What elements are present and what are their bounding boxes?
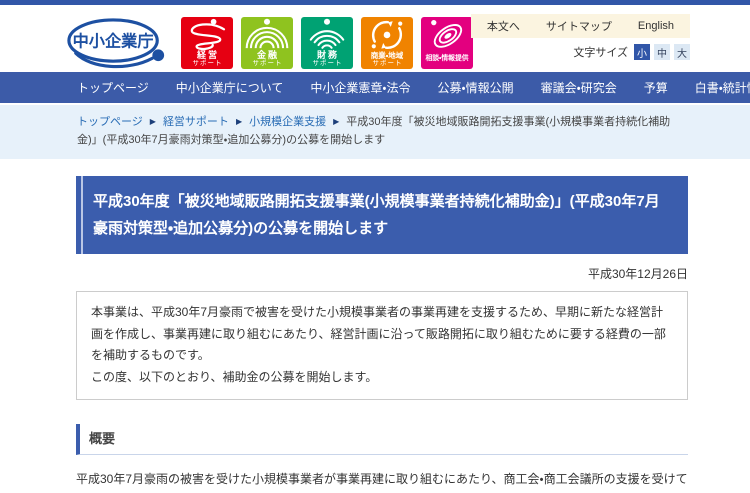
section-heading-overview: 概要 bbox=[76, 424, 688, 455]
breadcrumb: トップページ▶経営サポート▶小規模企業支援▶平成30年度「被災地域販路開拓支援事… bbox=[0, 105, 750, 159]
tile-consultation-info[interactable]: 相談・情報提供 bbox=[421, 17, 473, 69]
nav-item-charter-law[interactable]: 中小企業憲章・法令 bbox=[310, 79, 410, 96]
global-nav: トップページ 中小企業庁について 中小企業憲章・法令 公募・情報公開 審議会・研… bbox=[0, 72, 750, 105]
skip-to-content-link[interactable]: 本文へ bbox=[487, 18, 520, 34]
section-overview: 概要 平成30年7月豪雨の被害を受けた小規模事業者が事業再建に取り組むにあたり、… bbox=[76, 424, 688, 493]
tile-commerce-region-support[interactable]: 商業・地域 サポート bbox=[361, 17, 413, 69]
font-size-control: 文字サイズ 小 中 大 bbox=[573, 44, 690, 60]
tile-management-support[interactable]: 経営 サポート bbox=[181, 17, 233, 69]
overview-paragraph: 平成30年7月豪雨の被害を受けた小規模事業者が事業再建に取り組むにあたり、商工会… bbox=[76, 468, 688, 493]
font-size-medium-button[interactable]: 中 bbox=[654, 44, 670, 60]
nav-item-whitepaper-stats[interactable]: 白書・統計情報 bbox=[695, 79, 750, 96]
tile-finance-support[interactable]: 金融 サポート bbox=[241, 17, 293, 69]
nav-item-councils[interactable]: 審議会・研究会 bbox=[541, 79, 617, 96]
intro-summary-box: 本事業は、平成30年7月豪雨で被害を受けた小規模事業者の事業再建を支援するため、… bbox=[76, 291, 688, 399]
font-size-large-button[interactable]: 大 bbox=[674, 44, 690, 60]
intro-paragraph: 本事業は、平成30年7月豪雨で被害を受けた小規模事業者の事業再建を支援するため、… bbox=[91, 302, 673, 367]
tile-label: 経営 bbox=[195, 51, 219, 60]
spiral-galaxy-icon bbox=[421, 17, 473, 51]
tile-label: 商業・地域 bbox=[371, 51, 404, 60]
intro-paragraph: この度、以下のとおり、補助金の公募を開始します。 bbox=[91, 367, 673, 389]
breadcrumb-link-top[interactable]: トップページ bbox=[77, 116, 143, 128]
site-header: 中小企業庁 経営 サポート 金融 サポート bbox=[0, 5, 750, 72]
agency-logo-text: 中小企業庁 bbox=[73, 31, 154, 50]
tile-fiscal-support[interactable]: 財務 サポート bbox=[301, 17, 353, 69]
agency-logo-icon: 中小企業庁 bbox=[64, 15, 172, 72]
font-size-small-button[interactable]: 小 bbox=[634, 44, 650, 60]
page-title: 平成30年度「被災地域販路開拓支援事業(小規模事業者持続化補助金)」(平成30年… bbox=[76, 176, 688, 254]
tile-sublabel: サポート bbox=[192, 60, 223, 68]
tile-sublabel: サポート bbox=[312, 60, 343, 68]
english-link[interactable]: English bbox=[638, 20, 674, 32]
tornado-icon bbox=[181, 17, 233, 51]
nav-item-budget[interactable]: 予算 bbox=[644, 79, 668, 96]
cycle-arrows-icon bbox=[361, 17, 413, 51]
main-content: 平成30年度「被災地域販路開拓支援事業(小規模事業者持続化補助金)」(平成30年… bbox=[76, 176, 688, 493]
agency-logo[interactable]: 中小企業庁 bbox=[64, 15, 172, 69]
sitemap-link[interactable]: サイトマップ bbox=[546, 18, 612, 34]
tile-sublabel: サポート bbox=[252, 60, 283, 68]
publish-date: 平成30年12月26日 bbox=[76, 265, 688, 282]
breadcrumb-separator-icon: ▶ bbox=[229, 117, 249, 126]
nav-item-top[interactable]: トップページ bbox=[77, 79, 149, 96]
utility-bar: 本文へ サイトマップ English bbox=[471, 14, 690, 38]
tile-label: 財務 bbox=[315, 51, 339, 60]
fan-arcs-icon bbox=[241, 17, 293, 51]
tile-sublabel: サポート bbox=[372, 60, 403, 68]
font-size-label: 文字サイズ bbox=[573, 44, 628, 60]
tile-label: 相談・情報提供 bbox=[425, 54, 468, 63]
tile-label: 金融 bbox=[255, 51, 279, 60]
breadcrumb-link-management-support[interactable]: 経営サポート bbox=[163, 116, 229, 128]
breadcrumb-separator-icon: ▶ bbox=[326, 117, 346, 126]
breadcrumb-link-small-business-support[interactable]: 小規模企業支援 bbox=[249, 116, 326, 128]
breadcrumb-separator-icon: ▶ bbox=[143, 117, 163, 126]
support-tiles: 経営 サポート 金融 サポート 財務 サポート bbox=[181, 17, 473, 69]
nav-item-about[interactable]: 中小企業庁について bbox=[176, 79, 284, 96]
nav-item-public-offering[interactable]: 公募・情報公開 bbox=[438, 79, 514, 96]
signal-arcs-icon bbox=[301, 17, 353, 51]
